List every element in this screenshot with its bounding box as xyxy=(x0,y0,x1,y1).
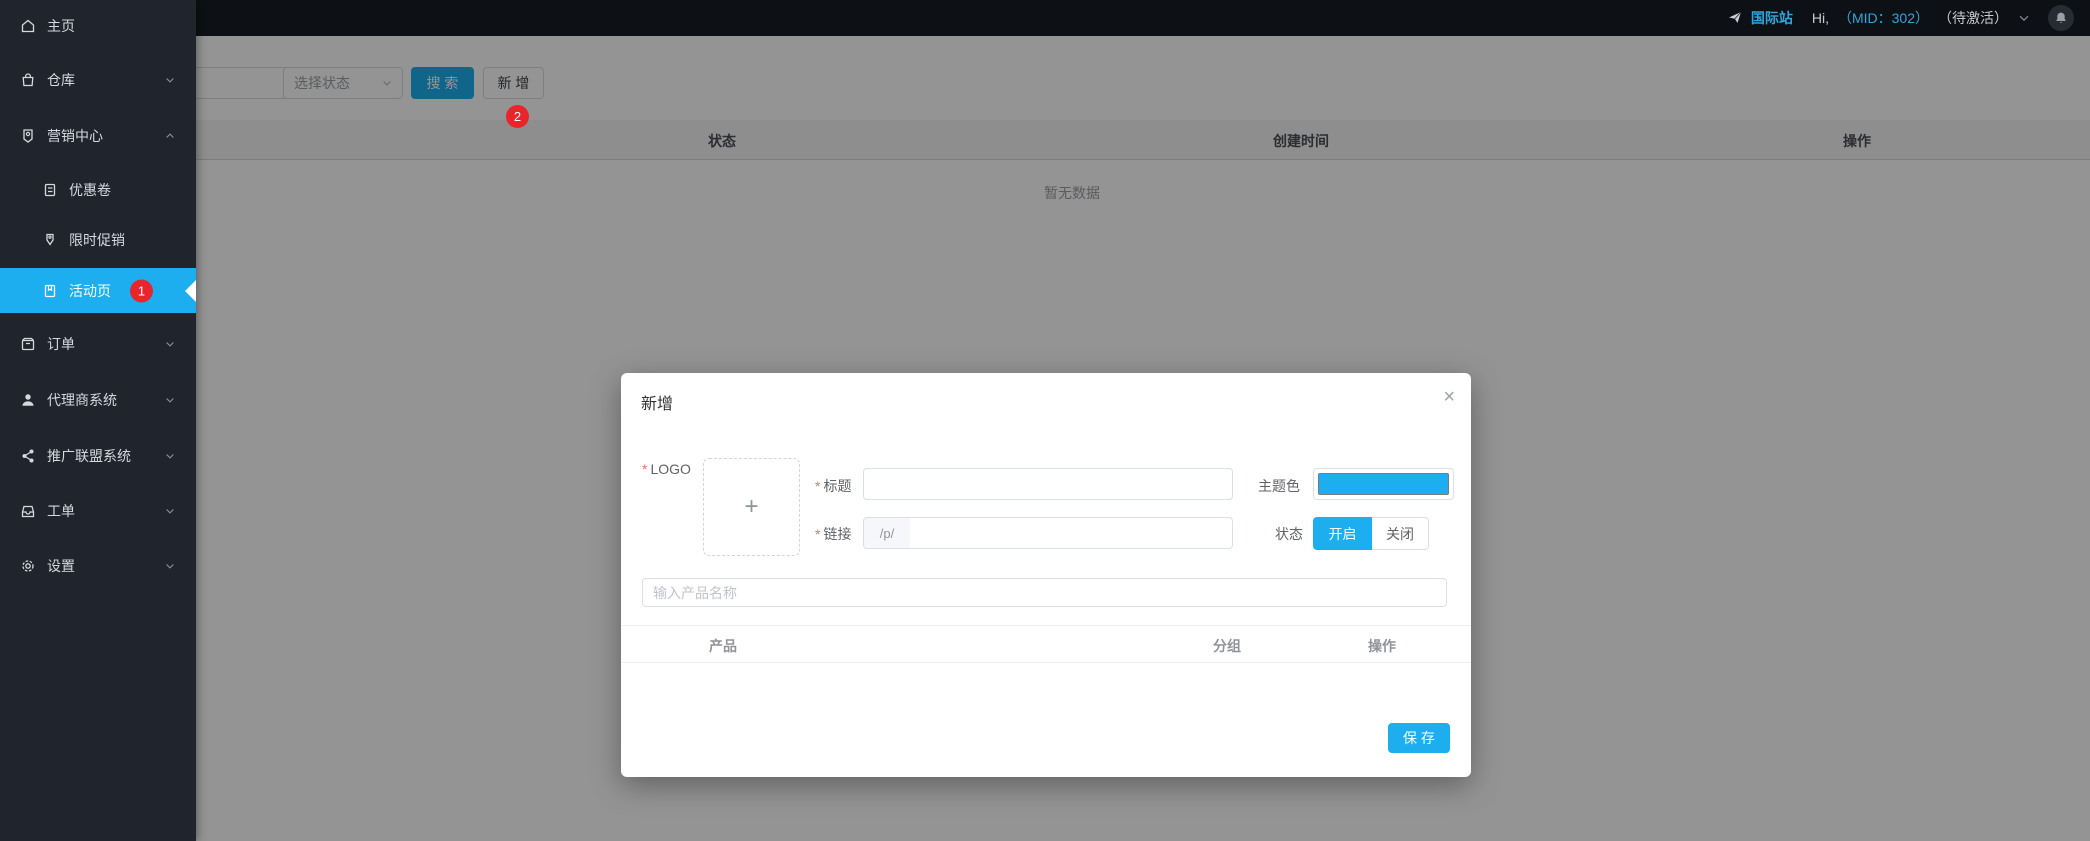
product-table-header: 产品 分组 操作 xyxy=(621,625,1471,663)
link-prefix-addon: /p/ xyxy=(863,517,911,549)
order-icon xyxy=(21,337,35,351)
chevron-down-icon[interactable] xyxy=(2017,11,2031,25)
share-icon xyxy=(22,449,34,463)
close-icon[interactable]: × xyxy=(1443,387,1455,407)
logo-upload-button[interactable]: + xyxy=(703,458,800,556)
sidebar-item-orders[interactable]: 订单 xyxy=(0,324,196,364)
sidebar-item-marketing-center[interactable]: 营销中心 xyxy=(0,116,196,156)
activity-count-badge: 1 xyxy=(130,279,153,302)
chevron-down-icon xyxy=(166,454,174,459)
sidebar-item-affiliate-system[interactable]: 推广联盟系统 xyxy=(0,436,196,476)
status-field-label: 状态 xyxy=(1275,526,1303,542)
status-on-button[interactable]: 开启 xyxy=(1313,517,1372,550)
sidebar-item-label: 营销中心 xyxy=(47,128,103,144)
notification-bell-button[interactable] xyxy=(2048,5,2074,31)
chevron-up-icon xyxy=(166,133,174,138)
required-mark: * xyxy=(642,461,648,477)
bag-icon xyxy=(22,73,34,87)
required-mark: * xyxy=(815,526,821,542)
account-status-text: （待激活） xyxy=(1938,10,2008,26)
gear-icon xyxy=(22,560,34,572)
marketing-icon xyxy=(23,129,33,143)
sidebar-item-label: 限时促销 xyxy=(69,232,125,248)
theme-color-picker[interactable] xyxy=(1313,468,1454,500)
dialog-title: 新增 xyxy=(641,396,674,413)
sidebar-item-activity-page[interactable]: 活动页 1 xyxy=(0,268,196,313)
sidebar-item-flash-sale[interactable]: 限时促销 xyxy=(0,220,196,260)
paper-plane-icon xyxy=(1728,11,1742,23)
coupon-icon xyxy=(44,183,56,197)
column-header-group: 分组 xyxy=(1213,638,1241,654)
sidebar-item-warehouse[interactable]: 仓库 xyxy=(0,60,196,100)
sidebar-item-settings[interactable]: 设置 xyxy=(0,546,196,586)
sidebar-item-agent-system[interactable]: 代理商系统 xyxy=(0,380,196,420)
sidebar-item-label: 订单 xyxy=(47,336,75,352)
title-input[interactable] xyxy=(863,468,1233,500)
title-field-label: * 标题 xyxy=(815,478,852,494)
chevron-down-icon xyxy=(166,342,174,347)
ticket-inbox-icon xyxy=(21,505,35,518)
chevron-down-icon xyxy=(166,509,174,514)
home-icon xyxy=(21,19,35,33)
sidebar-item-label: 工单 xyxy=(47,503,75,519)
site-link[interactable]: 国际站 xyxy=(1751,8,1793,28)
theme-color-label: 主题色 xyxy=(1258,478,1300,494)
add-button-badge: 2 xyxy=(506,105,529,128)
bell-icon xyxy=(2056,12,2066,23)
sidebar-item-label: 代理商系统 xyxy=(47,392,117,408)
sidebar-item-label: 仓库 xyxy=(47,72,75,88)
sidebar-item-work-orders[interactable]: 工单 xyxy=(0,491,196,531)
agent-user-icon xyxy=(22,394,34,406)
greeting-text: Hi, xyxy=(1811,10,1829,26)
top-header: 国际站 Hi, （MID：302） （待激活） xyxy=(196,0,2090,36)
chevron-down-icon xyxy=(166,564,174,569)
sidebar-item-label: 主页 xyxy=(47,18,75,34)
sidebar: 主页 仓库 营销中心 优惠卷 限时促销 活动页 1 订单 代理商系统 推广联盟系… xyxy=(0,0,196,841)
sidebar-item-label: 优惠卷 xyxy=(69,182,111,198)
status-off-button[interactable]: 关闭 xyxy=(1372,517,1429,550)
chevron-down-icon xyxy=(166,78,174,83)
theme-color-swatch xyxy=(1318,473,1449,495)
app-root: 国际站 Hi, （MID：302） （待激活） 主页 仓库 营销中心 优惠卷 限… xyxy=(0,0,2090,841)
mid-text: （MID：302） xyxy=(1837,10,1929,26)
save-button[interactable]: 保 存 xyxy=(1388,723,1450,753)
sidebar-item-home[interactable]: 主页 xyxy=(0,6,196,46)
plus-icon: + xyxy=(744,493,759,520)
chevron-down-icon xyxy=(166,398,174,403)
product-search-input[interactable] xyxy=(642,578,1447,607)
sidebar-item-coupons[interactable]: 优惠卷 xyxy=(0,170,196,210)
logo-field-label: * LOGO xyxy=(642,461,691,477)
link-input[interactable] xyxy=(910,517,1233,549)
column-header-product: 产品 xyxy=(709,638,737,654)
activity-icon xyxy=(44,284,56,297)
sidebar-item-label: 推广联盟系统 xyxy=(47,448,131,464)
add-dialog: 新增 × *LOGO + *标题 主题色 *链接 /p/ 状态 开启 关闭 xyxy=(621,373,1471,777)
header-right-group: 国际站 Hi, （MID：302） （待激活） xyxy=(1728,5,2090,31)
required-mark: * xyxy=(815,478,821,494)
column-header-actions: 操作 xyxy=(1368,638,1396,654)
sidebar-item-label: 活动页 xyxy=(69,282,111,299)
tag-icon xyxy=(46,233,54,246)
sidebar-item-label: 设置 xyxy=(47,558,75,574)
link-field-label: * 链接 xyxy=(815,526,852,542)
